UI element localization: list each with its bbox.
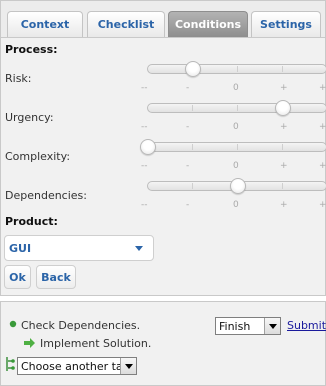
complexity-slider-handle[interactable] (140, 139, 156, 155)
task-status-value: Finish (219, 320, 251, 333)
scale-mark: 0 (233, 83, 239, 93)
choose-task-value: Choose another task (21, 360, 135, 373)
scale-mark: ++ (319, 161, 326, 171)
risk-scale: -- - 0 + ++ (141, 83, 326, 93)
scale-mark: -- (141, 200, 148, 210)
scale-mark: + (280, 161, 288, 171)
urgency-slider-handle[interactable] (275, 100, 291, 116)
chevron-down-icon[interactable] (135, 246, 143, 251)
conditions-panel: Process: Risk: -- - 0 + ++ Urgency: -- -… (1, 38, 326, 295)
scale-mark: + (280, 122, 288, 132)
scale-mark: -- (141, 161, 148, 171)
current-task-bullet-icon (9, 320, 17, 328)
choose-task-select[interactable]: Choose another task (17, 357, 137, 375)
tab-settings[interactable]: Settings (251, 11, 321, 37)
urgency-scale: -- - 0 + ++ (141, 122, 326, 132)
ok-button[interactable]: Ok (4, 265, 31, 289)
scale-mark: - (186, 200, 190, 210)
submit-link[interactable]: Submit (287, 319, 326, 332)
scale-mark: ++ (319, 83, 326, 93)
dropdown-arrow-icon[interactable] (120, 358, 136, 374)
scale-mark: - (186, 83, 190, 93)
arrow-right-icon (24, 338, 35, 348)
scale-mark: 0 (233, 122, 239, 132)
dependencies-slider[interactable] (147, 178, 326, 194)
scale-mark: -- (141, 83, 148, 93)
tab-bar: Context Checklist Conditions Settings (1, 1, 325, 38)
task-panel: Check Dependencies. Finish Submit Implem… (0, 301, 326, 386)
product-heading: Product: (5, 215, 58, 228)
tab-checklist[interactable]: Checklist (87, 11, 165, 37)
tab-conditions[interactable]: Conditions (168, 11, 248, 37)
scale-mark: ++ (319, 200, 326, 210)
tree-branch-icon (6, 357, 15, 371)
tab-context[interactable]: Context (7, 11, 83, 37)
product-dropdown-value: GUI (9, 242, 32, 255)
scale-mark: + (280, 83, 288, 93)
scale-mark: -- (141, 122, 148, 132)
scale-mark: + (280, 200, 288, 210)
risk-slider-handle[interactable] (185, 61, 201, 77)
dependencies-label: Dependencies: (5, 189, 87, 202)
scale-mark: ++ (319, 122, 326, 132)
product-dropdown[interactable]: GUI (4, 235, 154, 261)
urgency-label: Urgency: (5, 111, 54, 124)
dependencies-slider-handle[interactable] (230, 178, 246, 194)
scale-mark: - (186, 122, 190, 132)
urgency-slider[interactable] (147, 100, 326, 116)
main-panel: Context Checklist Conditions Settings Pr… (0, 0, 326, 296)
scale-mark: 0 (233, 161, 239, 171)
risk-label: Risk: (5, 72, 32, 85)
dependencies-scale: -- - 0 + ++ (141, 200, 326, 210)
complexity-scale: -- - 0 + ++ (141, 161, 326, 171)
risk-slider[interactable] (147, 61, 326, 77)
next-task-label: Implement Solution. (40, 337, 152, 350)
complexity-slider[interactable] (140, 139, 326, 155)
back-button[interactable]: Back (36, 265, 76, 289)
scale-mark: 0 (233, 200, 239, 210)
scale-mark: - (186, 161, 190, 171)
dropdown-arrow-icon[interactable] (264, 318, 280, 334)
complexity-label: Complexity: (5, 150, 71, 163)
task-status-select[interactable]: Finish (215, 317, 281, 335)
current-task-label: Check Dependencies. (21, 319, 141, 332)
process-heading: Process: (5, 43, 58, 56)
